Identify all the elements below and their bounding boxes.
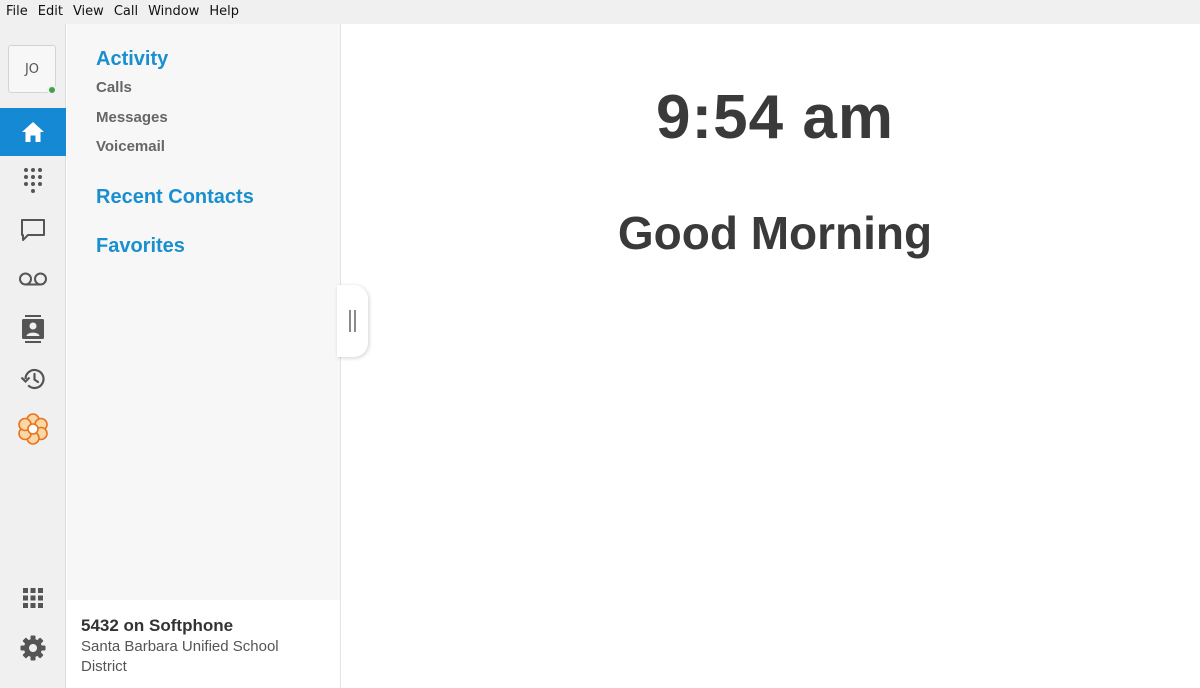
rail-meetings-button[interactable] <box>0 405 66 453</box>
chat-icon <box>21 219 45 241</box>
apps-grid-icon <box>23 588 43 608</box>
nav-voicemail[interactable]: Voicemail <box>96 138 165 155</box>
nav-activity[interactable]: Activity <box>96 48 168 71</box>
nav-calls[interactable]: Calls <box>96 79 132 96</box>
line-status-card[interactable]: 5432 on Softphone Santa Barbara Unified … <box>67 600 340 688</box>
rail-history-button[interactable] <box>0 355 66 403</box>
rail-apps-button[interactable] <box>0 574 66 622</box>
main-content: 9:54 am Good Morning <box>342 24 1200 688</box>
avatar-initials: JO <box>24 61 40 77</box>
dialpad-icon <box>24 168 42 193</box>
menu-edit[interactable]: Edit <box>36 0 71 24</box>
contacts-icon <box>22 315 44 343</box>
rail-settings-button[interactable] <box>0 624 66 672</box>
greeting-text: Good Morning <box>617 207 933 259</box>
organization-name: Santa Barbara Unified School District <box>81 638 279 675</box>
home-icon <box>22 122 44 142</box>
menu-call[interactable]: Call <box>112 0 146 24</box>
presence-status-dot <box>47 85 57 95</box>
line-status: 5432 on Softphone <box>81 616 234 635</box>
history-icon <box>20 368 45 390</box>
rail-dialpad-button[interactable] <box>0 157 66 205</box>
menu-file[interactable]: File <box>4 0 36 24</box>
menu-window[interactable]: Window <box>146 0 207 24</box>
rail-home-button[interactable] <box>0 108 66 156</box>
gear-icon <box>20 635 46 661</box>
menu-view[interactable]: View <box>71 0 112 24</box>
grip-icon <box>349 310 356 332</box>
voicemail-icon <box>19 272 47 286</box>
icon-rail: JO <box>0 24 66 688</box>
nav-messages[interactable]: Messages <box>96 109 168 126</box>
rail-contacts-button[interactable] <box>0 305 66 353</box>
rail-messages-button[interactable] <box>0 206 66 254</box>
navigation-panel: Activity Calls Messages Voicemail Recent… <box>67 24 341 688</box>
panel-resize-handle[interactable] <box>337 285 368 357</box>
menu-bar: File Edit View Call Window Help <box>0 0 1200 24</box>
menu-help[interactable]: Help <box>207 0 247 24</box>
meetings-flower-icon <box>18 413 48 445</box>
rail-voicemail-button[interactable] <box>0 255 66 303</box>
nav-favorites[interactable]: Favorites <box>96 235 185 258</box>
current-time: 9:54 am <box>656 83 894 152</box>
nav-recent-contacts[interactable]: Recent Contacts <box>96 186 254 209</box>
